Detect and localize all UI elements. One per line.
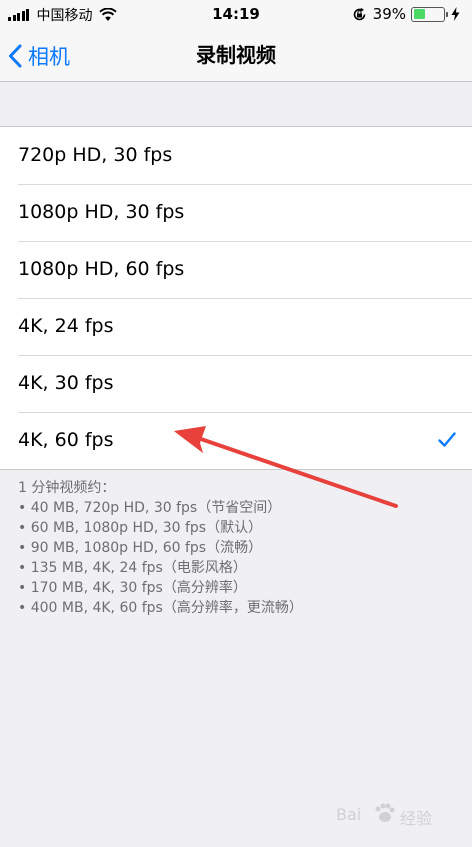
- rotation-lock-icon: [353, 7, 365, 20]
- battery-fill: [413, 9, 425, 19]
- watermark-logo: Bai 经验: [332, 797, 452, 837]
- page-title: 录制视频: [196, 43, 276, 67]
- footer-line: • 135 MB, 4K, 24 fps（电影风格）: [18, 560, 247, 576]
- footer-line: • 90 MB, 1080p HD, 60 fps（流畅）: [18, 540, 263, 556]
- option-label: 1080p HD, 30 fps: [18, 201, 185, 223]
- nav-bar: 相机 录制视频: [0, 30, 472, 82]
- watermark-brand-cn: 经验: [400, 809, 433, 828]
- option-label: 4K, 30 fps: [18, 372, 114, 394]
- option-1080p-60fps[interactable]: 1080p HD, 60 fps: [0, 241, 472, 298]
- footer-notes: 1 分钟视频约： • 40 MB, 720p HD, 30 fps（节省空间） …: [18, 478, 458, 618]
- status-bar: 中国移动 14:19 39%: [0, 0, 472, 30]
- battery-icon: [411, 6, 445, 22]
- option-label: 4K, 24 fps: [18, 315, 114, 337]
- footer-heading: 1 分钟视频约：: [18, 480, 116, 496]
- option-label: 1080p HD, 60 fps: [18, 258, 185, 280]
- paw-icon: [375, 803, 395, 822]
- watermark-brand: Bai: [336, 805, 362, 824]
- battery-tip: [446, 11, 448, 17]
- charging-bolt-icon: [451, 7, 460, 21]
- checkmark-icon: [438, 432, 456, 447]
- footer-line: • 60 MB, 1080p HD, 30 fps（默认）: [18, 520, 263, 536]
- footer-line: • 40 MB, 720p HD, 30 fps（节省空间）: [18, 500, 282, 516]
- battery-percent: 39%: [372, 5, 406, 23]
- status-right: 39%: [352, 5, 460, 23]
- option-4k-30fps[interactable]: 4K, 30 fps: [0, 355, 472, 412]
- option-4k-60fps[interactable]: 4K, 60 fps: [0, 412, 472, 469]
- option-1080p-30fps[interactable]: 1080p HD, 30 fps: [0, 184, 472, 241]
- footer-line: • 170 MB, 4K, 30 fps（高分辨率）: [18, 580, 247, 596]
- option-4k-24fps[interactable]: 4K, 24 fps: [0, 298, 472, 355]
- option-label: 720p HD, 30 fps: [18, 144, 173, 166]
- option-label: 4K, 60 fps: [18, 429, 114, 451]
- footer-line: • 400 MB, 4K, 60 fps（高分辨率，更流畅）: [18, 600, 303, 616]
- option-720p-30fps[interactable]: 720p HD, 30 fps: [0, 127, 472, 184]
- video-format-list: 720p HD, 30 fps 1080p HD, 30 fps 1080p H…: [0, 126, 472, 470]
